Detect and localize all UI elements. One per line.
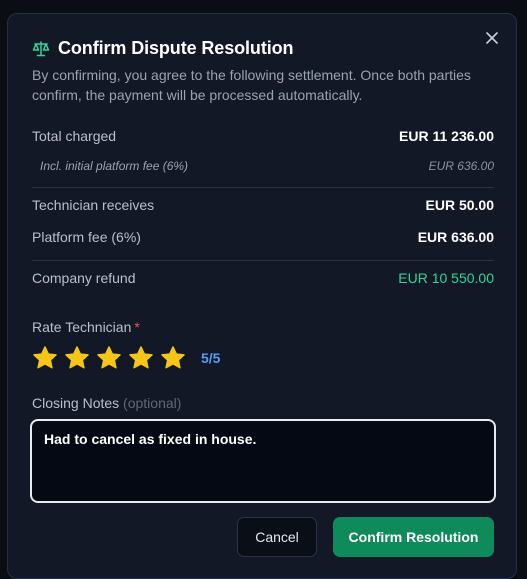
dialog-title: Confirm Dispute Resolution bbox=[58, 38, 294, 58]
total-charged-label: Total charged bbox=[32, 128, 117, 144]
initial-fee-label: Incl. initial platform fee (6%) bbox=[40, 159, 189, 173]
confirm-resolution-button[interactable]: Confirm Resolution bbox=[333, 517, 494, 557]
star-icon[interactable] bbox=[95, 344, 123, 372]
technician-receives-label: Technician receives bbox=[32, 197, 155, 213]
star-icon[interactable] bbox=[63, 344, 91, 372]
technician-receives-value: EUR 50.00 bbox=[425, 197, 494, 213]
close-button[interactable] bbox=[482, 28, 502, 48]
required-marker: * bbox=[134, 319, 140, 335]
optional-hint: (optional) bbox=[123, 395, 182, 411]
company-refund-row: Company refund EUR 10 550.00 bbox=[32, 270, 494, 286]
star-icon[interactable] bbox=[159, 344, 187, 372]
platform-fee-label: Platform fee (6%) bbox=[32, 229, 141, 245]
initial-fee-value: EUR 636.00 bbox=[428, 159, 494, 173]
technician-receives-row: Technician receives EUR 50.00 bbox=[32, 197, 494, 213]
total-charged-row: Total charged EUR 11 236.00 bbox=[32, 128, 494, 144]
closing-notes-text: Closing Notes bbox=[32, 395, 120, 411]
rate-technician-text: Rate Technician bbox=[32, 319, 132, 335]
scale-icon bbox=[32, 40, 50, 56]
dialog-header: Confirm Dispute Resolution bbox=[32, 38, 294, 59]
total-charged-value: EUR 11 236.00 bbox=[399, 128, 494, 144]
star-icon[interactable] bbox=[31, 344, 59, 372]
rate-technician-label: Rate Technician * bbox=[32, 319, 140, 335]
closing-notes-textarea[interactable]: Had to cancel as fixed in house. bbox=[30, 419, 496, 503]
company-refund-label: Company refund bbox=[32, 270, 136, 286]
close-icon bbox=[486, 32, 498, 44]
star-rating: 5/5 bbox=[31, 344, 220, 372]
star-icon[interactable] bbox=[127, 344, 155, 372]
platform-fee-value: EUR 636.00 bbox=[417, 229, 494, 245]
company-refund-value: EUR 10 550.00 bbox=[398, 270, 494, 286]
dialog-description: By confirming, you agree to the followin… bbox=[32, 67, 471, 103]
initial-fee-row: Incl. initial platform fee (6%) EUR 636.… bbox=[32, 159, 494, 173]
divider bbox=[32, 187, 494, 188]
divider bbox=[32, 260, 494, 261]
cancel-button[interactable]: Cancel bbox=[237, 517, 317, 557]
confirm-dispute-dialog: Confirm Dispute Resolution By confirming… bbox=[7, 13, 517, 579]
platform-fee-row: Platform fee (6%) EUR 636.00 bbox=[32, 229, 494, 245]
rating-value: 5/5 bbox=[201, 350, 221, 366]
closing-notes-label: Closing Notes (optional) bbox=[32, 395, 181, 411]
